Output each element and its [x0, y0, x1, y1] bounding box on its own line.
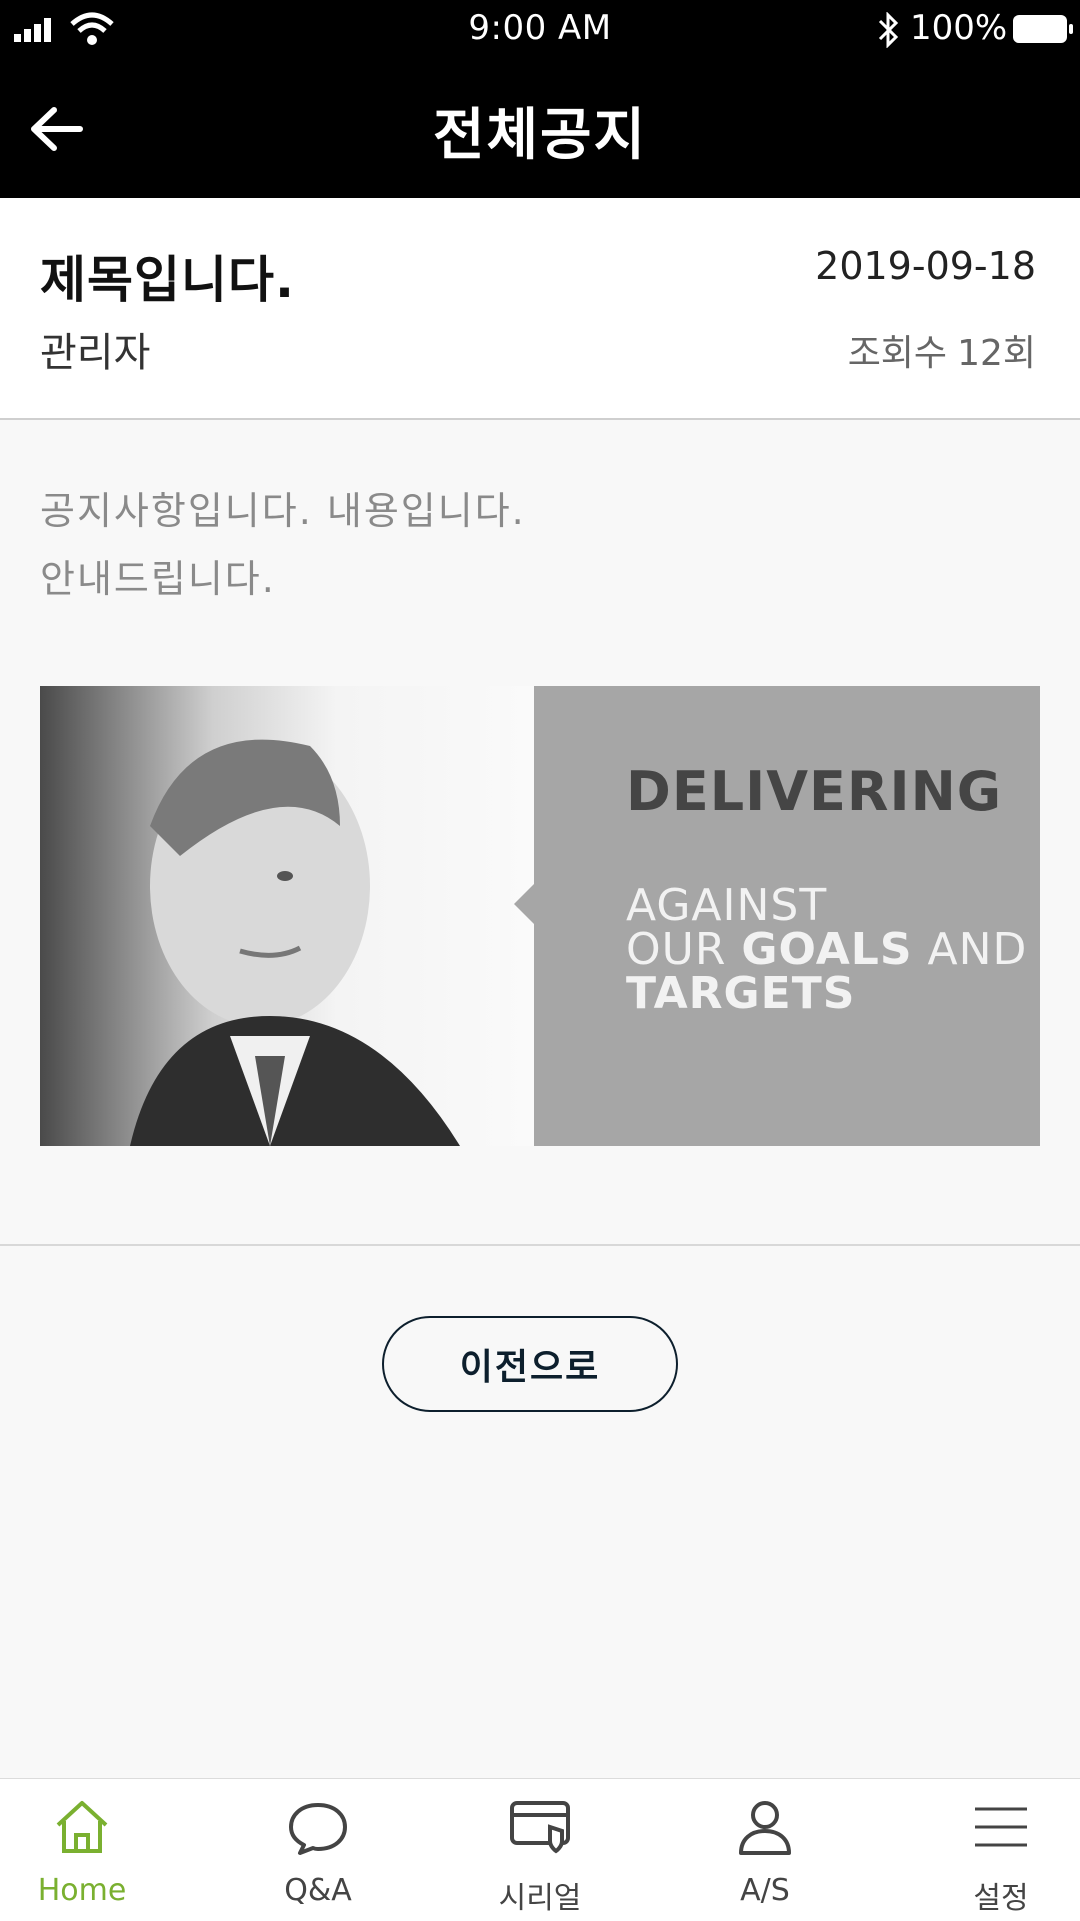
banner-headline: DELIVERING [626, 760, 1003, 823]
banner-notch [514, 880, 538, 928]
previous-button[interactable]: 이전으로 [382, 1316, 678, 1412]
battery-percent: 100% [910, 8, 1008, 48]
person-icon [739, 1801, 791, 1855]
tab-label: 시리얼 [498, 1881, 582, 1916]
banner-sub-line: OUR GOALS AND [626, 924, 1028, 975]
tab-settings[interactable]: 설정 [893, 1779, 1080, 1921]
status-bar: 9:00 AM 100% [0, 0, 1080, 60]
post-date: 2019-09-18 [815, 244, 1036, 288]
serial-card-icon [510, 1801, 570, 1854]
page-title: 전체공지 [432, 103, 648, 168]
post-content-line: 공지사항입니다. 내용입니다. [40, 489, 526, 533]
tab-label: 설정 [973, 1881, 1029, 1916]
post-body: 공지사항입니다. 내용입니다. 안내드립니다. DELIVERING AGAIN… [0, 420, 1080, 1246]
tab-label: Home [37, 1873, 127, 1908]
views-label: 조회수 [847, 333, 948, 374]
banner-subtext: AGAINST OUR GOALS AND TARGETS [626, 884, 1027, 1016]
bluetooth-icon [878, 12, 899, 48]
post-content-line: 안내드립니다. [40, 557, 276, 601]
battery-icon [1013, 15, 1073, 43]
banner-image: DELIVERING AGAINST OUR GOALS AND TARGETS [40, 686, 1040, 1146]
tab-as[interactable]: A/S [657, 1779, 873, 1921]
banner-sub-line: TARGETS [626, 968, 856, 1019]
portrait-photo [40, 686, 534, 1146]
menu-icon [975, 1807, 1027, 1847]
bottom-tab-bar: Home Q&A 시리얼 A/S 설정 [0, 1778, 1080, 1921]
app-header: 전체공지 [0, 60, 1080, 198]
tab-qna[interactable]: Q&A [210, 1779, 426, 1921]
chat-bubble-icon [289, 1803, 347, 1855]
tab-label: A/S [740, 1873, 790, 1908]
post-header: 제목입니다. 2019-09-18 관리자 조회수 12회 [0, 198, 1080, 420]
tab-home[interactable]: Home [0, 1779, 190, 1921]
banner-sub-line: AGAINST [626, 880, 828, 931]
tab-serial[interactable]: 시리얼 [432, 1779, 648, 1921]
home-icon [56, 1801, 108, 1853]
post-views: 조회수 12회 [848, 324, 1036, 376]
tab-label: Q&A [284, 1873, 352, 1908]
views-count: 12회 [957, 333, 1036, 374]
post-author: 관리자 [40, 330, 151, 376]
post-title: 제목입니다. [40, 251, 295, 309]
